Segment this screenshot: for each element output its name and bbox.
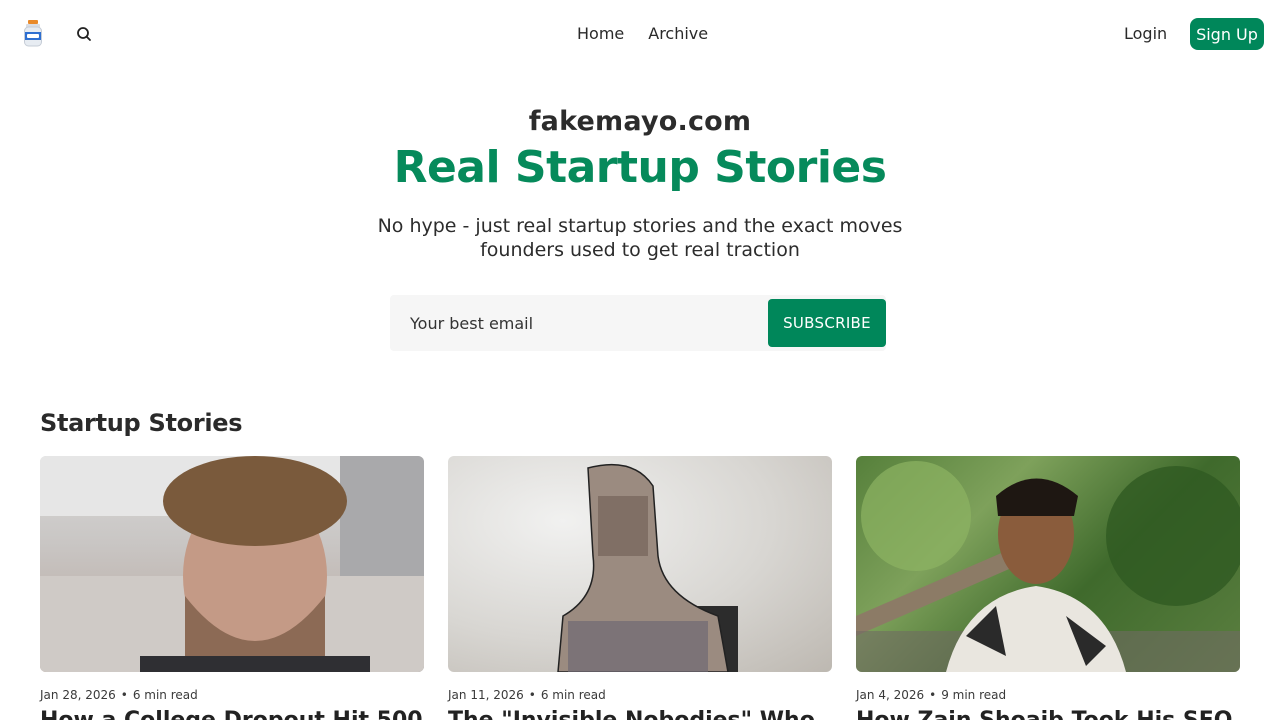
post-thumbnail-art [40, 456, 424, 672]
post-read-time: 6 min read [540, 688, 606, 702]
mayo-jar-icon[interactable] [24, 20, 42, 47]
email-input[interactable] [390, 295, 768, 351]
post-meta: Jan 28, 2026 • 6 min read [40, 688, 424, 702]
main-nav: Home Archive [577, 24, 708, 43]
post-card[interactable]: Jan 4, 2026 • 9 min read How Zain Shoaib T… [856, 456, 1240, 720]
nav-home-link[interactable]: Home [577, 24, 624, 43]
search-icon[interactable] [74, 24, 94, 44]
post-thumbnail[interactable] [40, 456, 424, 672]
post-title[interactable]: How a College Dropout Hit 500 [40, 708, 424, 720]
hero-headline: Real Startup Stories [393, 142, 887, 193]
meta-separator: • [120, 688, 128, 702]
post-date: Jan 28, 2026 [40, 688, 116, 702]
section-title: Startup Stories [40, 409, 243, 437]
nav-archive-link[interactable]: Archive [648, 24, 708, 43]
meta-separator: • [528, 688, 536, 702]
site-name: fakemayo.com [528, 106, 752, 137]
meta-separator: • [929, 688, 937, 702]
post-title[interactable]: How Zain Shoaib Took His SEO [856, 708, 1240, 720]
post-meta: Jan 4, 2026 • 9 min read [856, 688, 1240, 702]
post-thumbnail-art [557, 463, 738, 672]
post-card[interactable]: Jan 11, 2026 • 6 min read The "Invisible N… [448, 456, 832, 720]
post-thumbnail[interactable] [856, 456, 1240, 672]
post-title[interactable]: The "Invisible Nobodies" Who [448, 708, 832, 720]
post-meta: Jan 11, 2026 • 6 min read [448, 688, 832, 702]
post-thumbnail[interactable] [448, 456, 832, 672]
subscribe-button[interactable]: SUBSCRIBE [768, 299, 886, 347]
post-card[interactable]: Jan 28, 2026 • 6 min read How a College Dr… [40, 456, 424, 720]
top-nav-bar: Home Archive Login Sign Up [0, 0, 1280, 68]
sign-up-button[interactable]: Sign Up [1190, 18, 1264, 50]
subscribe-form: SUBSCRIBE [390, 295, 886, 351]
post-thumbnail-art [856, 461, 1240, 672]
login-link[interactable]: Login [1124, 24, 1167, 43]
post-date: Jan 11, 2026 [448, 688, 524, 702]
post-date: Jan 4, 2026 [856, 688, 925, 702]
hero-tagline: No hype - just real startup stories and … [377, 215, 903, 261]
post-read-time: 9 min read [941, 688, 1007, 702]
post-read-time: 6 min read [132, 688, 198, 702]
